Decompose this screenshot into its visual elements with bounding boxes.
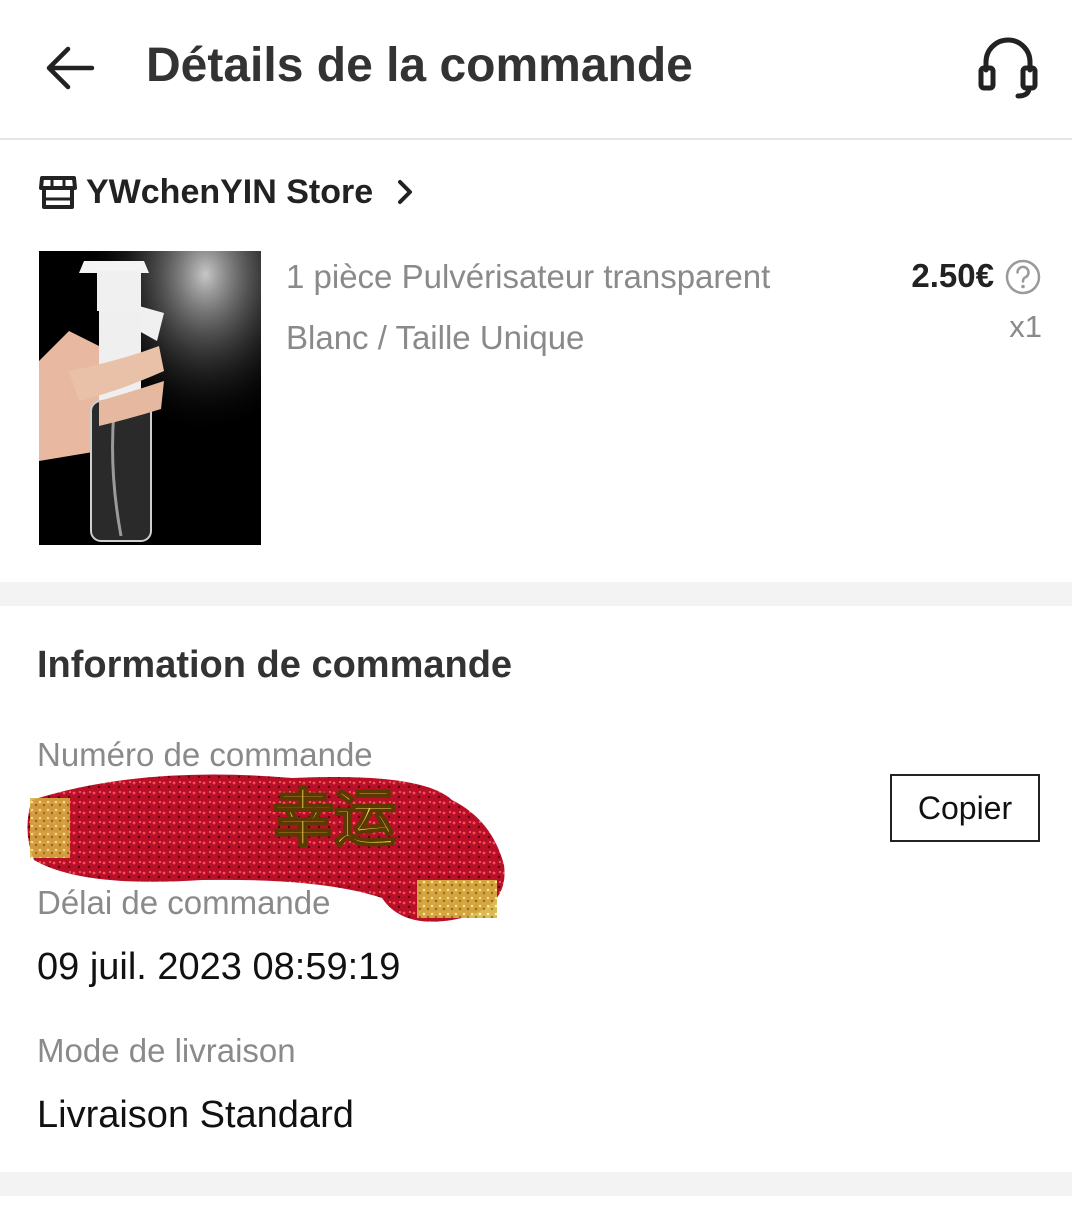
redaction-sticker-text: 幸运: [272, 782, 396, 855]
order-time-value: 09 juil. 2023 08:59:19: [37, 946, 401, 988]
shipping-method-value: Livraison Standard: [37, 1094, 354, 1136]
store-name: YWchenYIN Store: [86, 172, 374, 211]
store-link[interactable]: YWchenYIN Store: [38, 170, 419, 214]
customer-support-button[interactable]: [974, 32, 1042, 104]
spray-bottle-image: [39, 251, 261, 545]
order-time-label: Délai de commande: [37, 884, 331, 921]
section-divider-bottom: [0, 1172, 1072, 1196]
product-quantity: x1: [1009, 309, 1042, 344]
section-divider: [0, 582, 1072, 606]
shipping-method-label: Mode de livraison: [37, 1032, 296, 1069]
order-info-title: Information de commande: [37, 644, 513, 686]
back-button[interactable]: [40, 38, 100, 98]
question-circle-icon[interactable]: [1004, 258, 1042, 296]
arrow-left-icon: [46, 46, 95, 90]
product-variant: Blanc / Taille Unique: [286, 319, 585, 356]
product-name[interactable]: 1 pièce Pulvérisateur transparent: [286, 258, 770, 296]
product-price: 2.50€: [911, 257, 994, 294]
copy-order-number-button[interactable]: Copier: [890, 774, 1040, 842]
top-app-bar: Détails de la commande: [0, 0, 1072, 140]
chevron-right-icon: [398, 180, 413, 204]
headset-icon: [978, 37, 1038, 99]
page-title: Détails de la commande: [146, 39, 693, 92]
store-icon: [39, 176, 77, 209]
product-image[interactable]: [39, 251, 261, 545]
